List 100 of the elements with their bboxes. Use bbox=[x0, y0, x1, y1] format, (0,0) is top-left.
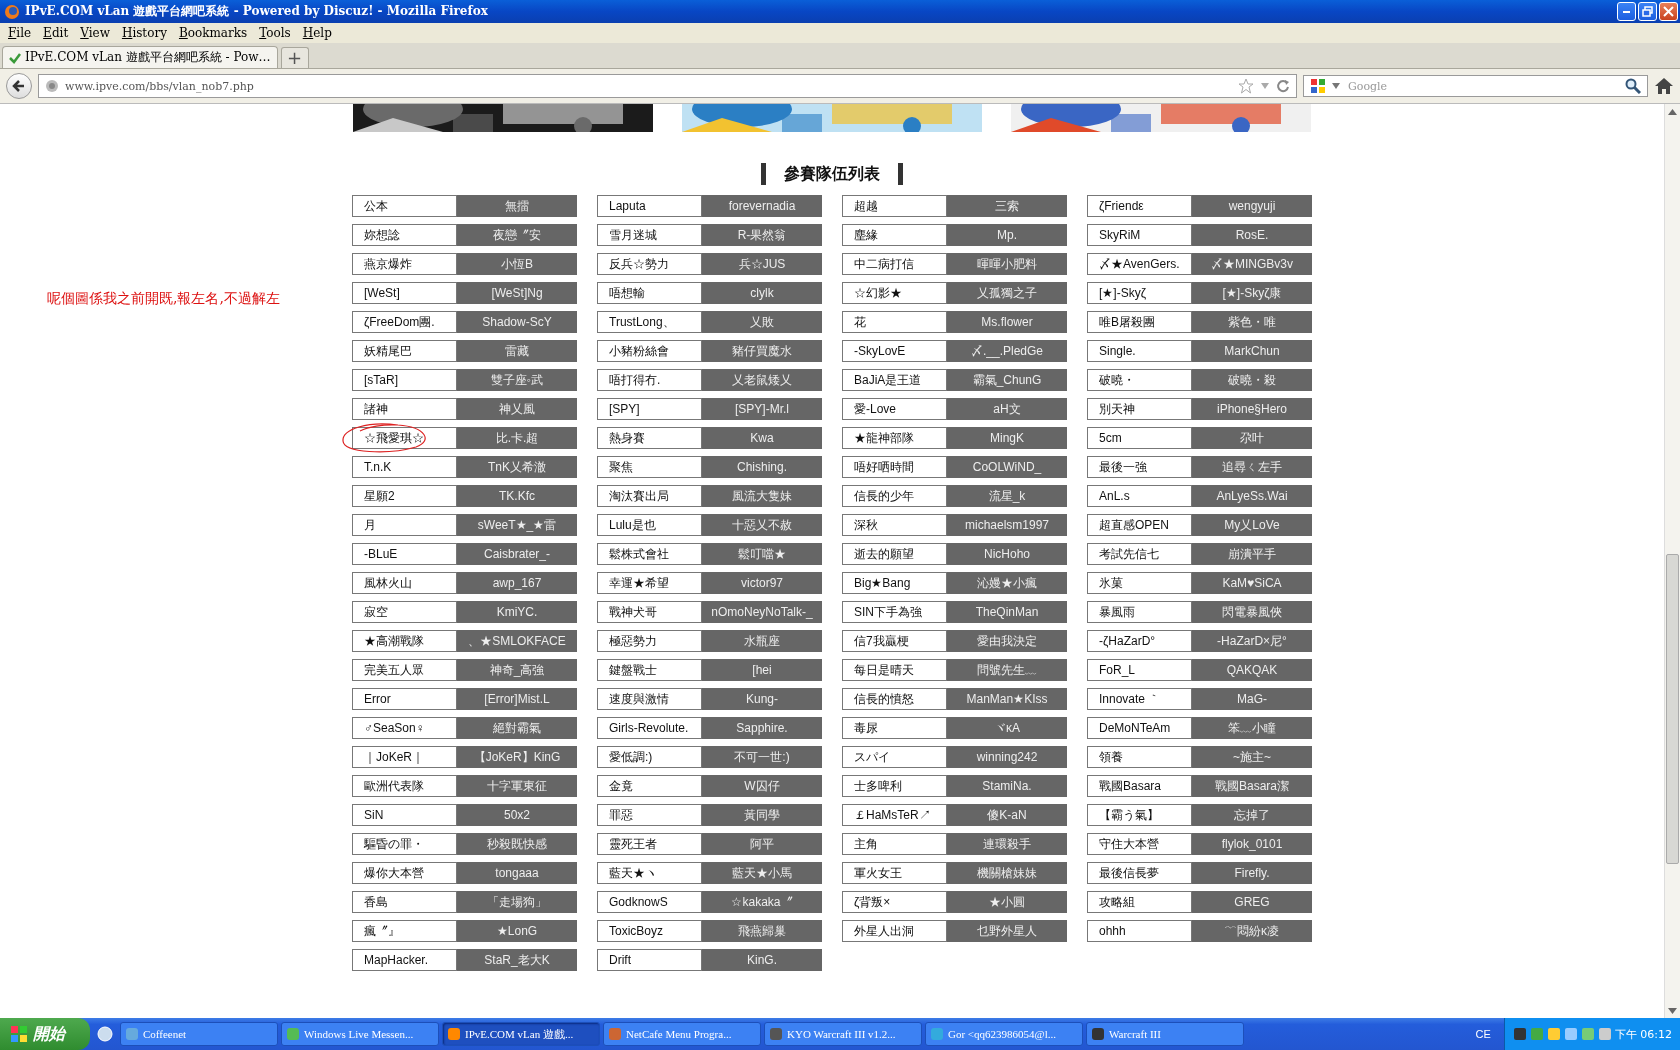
team-cell: 香島 bbox=[352, 891, 457, 913]
menu-item[interactable]: History bbox=[115, 26, 173, 40]
member-cell: 比.卡.超 bbox=[457, 427, 577, 449]
team-cell: 戰神犬哥 bbox=[597, 601, 702, 623]
menu-item[interactable]: Tools bbox=[253, 26, 297, 40]
team-cell: 超越 bbox=[842, 195, 947, 217]
scrollbar-thumb[interactable] bbox=[1666, 554, 1679, 864]
restore-icon bbox=[1642, 6, 1653, 17]
taskbar-item[interactable]: Windows Live Messen... bbox=[281, 1022, 439, 1046]
browser-tab[interactable]: IPvE.COM vLan 遊戲平台網吧系統 - Pow… bbox=[2, 46, 278, 68]
member-cell: ☆kakaka〞 bbox=[702, 891, 822, 913]
team-cell: Innovate ｀ bbox=[1087, 688, 1192, 710]
member-cell: awp_167 bbox=[457, 572, 577, 594]
restore-button[interactable] bbox=[1638, 2, 1657, 21]
member-cell: 〆.__.PledGe bbox=[947, 340, 1067, 362]
app-icon bbox=[608, 1027, 622, 1041]
taskbar-item[interactable]: Warcraft III bbox=[1086, 1022, 1244, 1046]
member-cell: StamiNa. bbox=[947, 775, 1067, 797]
team-cell: 信7我贏梗 bbox=[842, 630, 947, 652]
taskbar-item[interactable]: KYO Warcraft III v1.2... bbox=[764, 1022, 922, 1046]
menu-item[interactable]: Help bbox=[296, 26, 338, 40]
search-icon[interactable] bbox=[1625, 78, 1641, 94]
close-icon bbox=[1663, 6, 1674, 17]
member-cell: 夜戀〞安 bbox=[457, 224, 577, 246]
member-cell: 雙子座◦武 bbox=[457, 369, 577, 391]
tray-icon[interactable] bbox=[1546, 1027, 1561, 1041]
member-cell: 追尋ㄑ左手 bbox=[1192, 456, 1312, 478]
team-cell: 信長的少年 bbox=[842, 485, 947, 507]
member-cell: TnK乂希澈 bbox=[457, 456, 577, 478]
home-icon[interactable] bbox=[1654, 77, 1674, 95]
dropdown-icon[interactable] bbox=[1332, 83, 1340, 89]
start-button[interactable]: 開始 bbox=[0, 1018, 90, 1050]
tray-icon[interactable] bbox=[1512, 1027, 1527, 1041]
member-cell: MingK bbox=[947, 427, 1067, 449]
team-cell: 金竟 bbox=[597, 775, 702, 797]
member-cell: michaelsm1997 bbox=[947, 514, 1067, 536]
team-cell: FoR_L bbox=[1087, 659, 1192, 681]
scroll-up-icon[interactable] bbox=[1668, 108, 1677, 115]
taskbar-item[interactable]: Gor <qq623986054@l... bbox=[925, 1022, 1083, 1046]
member-cell: 兵☆JUS bbox=[702, 253, 822, 275]
team-cell: 公本 bbox=[352, 195, 457, 217]
member-cell: 十字軍東征 bbox=[457, 775, 577, 797]
taskbar-item[interactable]: NetCafe Menu Progra... bbox=[603, 1022, 761, 1046]
member-cell: GREG bbox=[1192, 891, 1312, 913]
team-cell: Error bbox=[352, 688, 457, 710]
member-cell: 十惡乂不赦 bbox=[702, 514, 822, 536]
menu-item[interactable]: Edit bbox=[37, 26, 75, 40]
team-cell: 考試先信七 bbox=[1087, 543, 1192, 565]
dropdown-icon[interactable] bbox=[1260, 82, 1270, 90]
team-cell: 領養 bbox=[1087, 746, 1192, 768]
minimize-button[interactable] bbox=[1617, 2, 1636, 21]
team-cell: TrustLong、 bbox=[597, 311, 702, 333]
reload-icon[interactable] bbox=[1276, 79, 1290, 93]
team-cell: 諸神 bbox=[352, 398, 457, 420]
tray-icon[interactable] bbox=[1563, 1027, 1578, 1041]
member-cell: sWeeT★_★雷 bbox=[457, 514, 577, 536]
team-cell: 反兵☆勢力 bbox=[597, 253, 702, 275]
search-box[interactable]: Google bbox=[1303, 75, 1648, 97]
star-icon[interactable] bbox=[1238, 78, 1254, 94]
team-cell: 毒尿 bbox=[842, 717, 947, 739]
menu-item[interactable]: File bbox=[2, 26, 38, 40]
member-cell: ★小圓 bbox=[947, 891, 1067, 913]
app-icon bbox=[1091, 1027, 1105, 1041]
member-cell: 無擂 bbox=[457, 195, 577, 217]
team-cell: 士多啤利 bbox=[842, 775, 947, 797]
member-cell: ﹋悶紛κ凌 bbox=[1192, 920, 1312, 942]
member-cell: 乂老鼠矮乂 bbox=[702, 369, 822, 391]
team-cell: ☆幻影★ bbox=[842, 282, 947, 304]
team-cell: 逝去的願望 bbox=[842, 543, 947, 565]
member-cell: QAKQAK bbox=[1192, 659, 1312, 681]
menu-item[interactable]: Bookmarks bbox=[172, 26, 254, 40]
menu-item[interactable]: View bbox=[74, 26, 116, 40]
member-cell: 乂孤獨之子 bbox=[947, 282, 1067, 304]
taskbar-item[interactable]: IPvE.COM vLan 遊戲... bbox=[442, 1022, 600, 1046]
language-indicator[interactable]: CE bbox=[1465, 1028, 1501, 1040]
member-cell: [WeSt]Ng bbox=[457, 282, 577, 304]
member-cell: AnLyeSs.Wai bbox=[1192, 485, 1312, 507]
team-cell: 藍天★ヽ bbox=[597, 862, 702, 884]
member-cell: 雷藏 bbox=[457, 340, 577, 362]
member-cell: 鬆叮噹★ bbox=[702, 543, 822, 565]
scrollbar[interactable] bbox=[1664, 104, 1680, 1018]
member-cell: [hei bbox=[702, 659, 822, 681]
team-cell: Girls-Revolute. bbox=[597, 717, 702, 739]
team-cell: 花 bbox=[842, 311, 947, 333]
member-cell: 神乂風 bbox=[457, 398, 577, 420]
team-cell: 瘋〞』 bbox=[352, 920, 457, 942]
back-button[interactable] bbox=[6, 73, 32, 99]
team-cell: DeMoNTeAm bbox=[1087, 717, 1192, 739]
member-cell: 破曉・殺 bbox=[1192, 369, 1312, 391]
member-cell: 50x2 bbox=[457, 804, 577, 826]
new-tab-button[interactable]: + bbox=[280, 47, 309, 68]
member-cell: Firefly. bbox=[1192, 862, 1312, 884]
tray-icon[interactable] bbox=[1597, 1027, 1612, 1041]
scroll-down-icon[interactable] bbox=[1668, 1007, 1677, 1014]
check-icon bbox=[9, 51, 21, 64]
team-cell: 最後信長夢 bbox=[1087, 862, 1192, 884]
taskbar-item[interactable]: Coffeenet bbox=[120, 1022, 278, 1046]
member-cell: ManMan★KIss bbox=[947, 688, 1067, 710]
close-button[interactable] bbox=[1659, 2, 1678, 21]
team-cell: 塵緣 bbox=[842, 224, 947, 246]
